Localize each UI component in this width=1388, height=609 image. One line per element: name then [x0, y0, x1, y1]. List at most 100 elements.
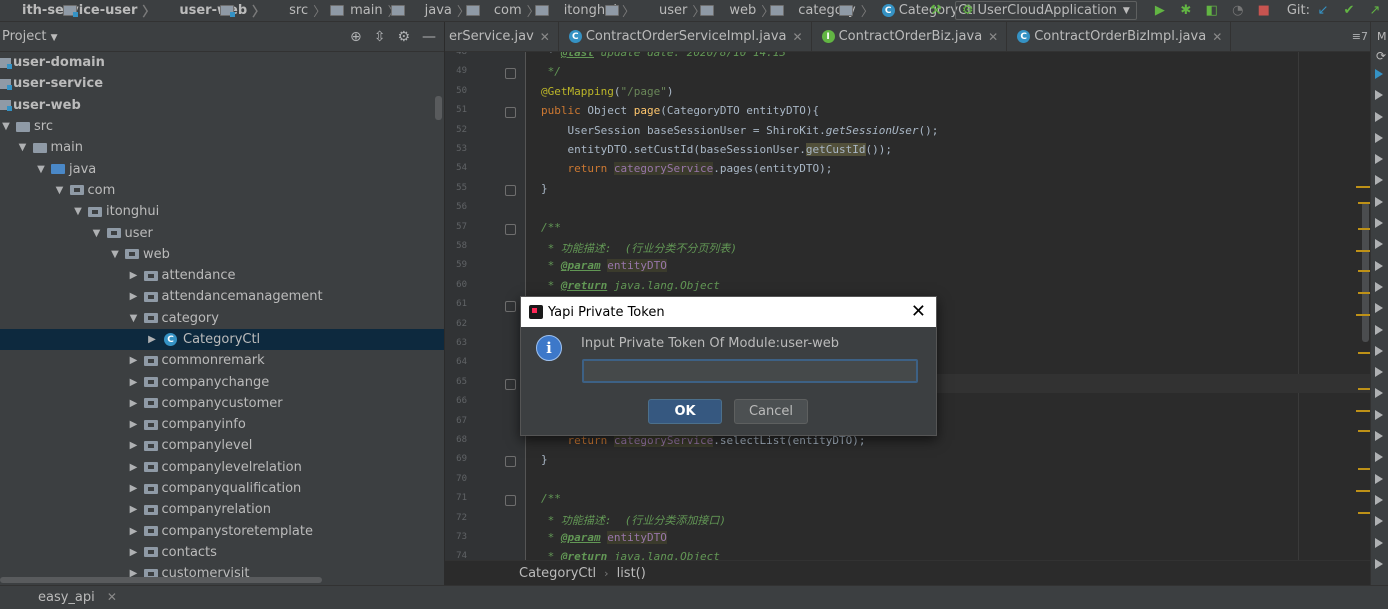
chevron-right-icon[interactable]: ▶ [128, 483, 140, 494]
tree-item[interactable]: ▶ contacts [0, 542, 444, 563]
play-marker-icon[interactable] [1375, 111, 1383, 122]
play-marker-icon[interactable] [1375, 196, 1383, 207]
editor-tab[interactable]: C ContractOrderServiceImpl.java ✕ [559, 22, 812, 51]
breadcrumb-class[interactable]: CategoryCtl [519, 566, 596, 581]
chevron-right-icon[interactable]: ▶ [128, 355, 140, 366]
play-marker-icon[interactable] [1375, 494, 1383, 505]
play-marker-icon[interactable] [1375, 132, 1383, 143]
play-marker-icon[interactable] [1375, 558, 1383, 569]
project-tree-vertical-scrollbar[interactable] [435, 96, 442, 120]
breadcrumb-item[interactable]: itonghui 〉 [542, 1, 637, 20]
breadcrumb-item[interactable]: com 〉 [472, 1, 549, 20]
refresh-icon[interactable]: ⟳ [1376, 49, 1388, 63]
hide-icon[interactable]: — [422, 29, 436, 45]
warning-stripe-mark[interactable] [1358, 352, 1370, 354]
play-marker-icon[interactable] [1375, 218, 1383, 229]
fold-marker-icon[interactable] [505, 378, 516, 390]
play-marker-icon[interactable] [1375, 516, 1383, 527]
breadcrumb-item[interactable]: category 〉 [776, 1, 875, 20]
warning-stripe-mark[interactable] [1358, 468, 1370, 470]
chevron-down-icon[interactable]: ▼ [109, 249, 121, 260]
fold-marker-icon[interactable] [505, 301, 516, 313]
warning-stripe-mark[interactable] [1358, 512, 1370, 514]
play-marker-icon[interactable] [1375, 69, 1383, 79]
project-tree-horizontal-scrollbar[interactable] [0, 577, 322, 583]
tree-item[interactable]: ▶ companylevelrelation [0, 457, 444, 478]
private-token-input[interactable] [582, 359, 918, 383]
chevron-down-icon[interactable]: ▼ [72, 206, 84, 217]
collapse-all-icon[interactable]: ⇳ [374, 29, 386, 45]
run-icon[interactable]: ▶ [1152, 3, 1168, 19]
editor-tab[interactable]: erService.jav ✕ [445, 22, 559, 51]
fold-marker-icon[interactable] [505, 184, 516, 196]
tab-list-button[interactable]: ≡ 7 [1352, 22, 1368, 51]
chevron-right-icon[interactable]: ▶ [128, 270, 140, 281]
chevron-down-icon[interactable]: ▼ [54, 185, 66, 196]
chevron-right-icon[interactable]: ▶ [128, 419, 140, 430]
play-marker-icon[interactable] [1375, 367, 1383, 378]
warning-stripe-mark[interactable] [1356, 186, 1370, 188]
git-update-icon[interactable]: ↙ [1315, 3, 1331, 19]
bottom-tab-easy-api[interactable]: easy_api ✕ [28, 590, 117, 605]
tree-item[interactable]: ▶ companyrelation [0, 499, 444, 520]
chevron-right-icon[interactable]: ▶ [128, 547, 140, 558]
editor-tab[interactable]: I ContractOrderBiz.java ✕ [812, 22, 1008, 51]
warning-stripe-mark[interactable] [1356, 314, 1370, 316]
close-icon[interactable]: ✕ [988, 30, 998, 44]
tree-item[interactable]: ▶ attendance [0, 265, 444, 286]
fold-marker-icon[interactable] [505, 223, 516, 235]
breadcrumb-method[interactable]: list() [617, 566, 646, 581]
tree-item[interactable]: user-web [0, 95, 444, 116]
git-commit-icon[interactable]: ✔ [1341, 3, 1357, 19]
play-marker-icon[interactable] [1375, 154, 1383, 165]
cancel-button[interactable]: Cancel [734, 399, 808, 424]
play-marker-icon[interactable] [1375, 239, 1383, 250]
chevron-down-icon[interactable]: ▼ [91, 228, 103, 239]
play-marker-icon[interactable] [1375, 452, 1383, 463]
locate-target-icon[interactable]: ⊕ [350, 29, 362, 45]
git-push-icon[interactable]: ↗ [1367, 3, 1383, 19]
warning-stripe-mark[interactable] [1358, 228, 1370, 230]
build-hammer-icon[interactable]: ⚒ [928, 3, 944, 19]
tree-item[interactable]: user-service [0, 73, 444, 94]
fold-marker-icon[interactable] [505, 68, 516, 80]
chevron-right-icon[interactable]: ▶ [128, 440, 140, 451]
tree-item[interactable]: ▶ companyinfo [0, 414, 444, 435]
maven-label[interactable]: M [1377, 30, 1388, 43]
tree-item[interactable]: ▶ commonremark [0, 350, 444, 371]
chevron-right-icon[interactable]: ▶ [128, 398, 140, 409]
play-marker-icon[interactable] [1375, 431, 1383, 442]
fold-marker-icon[interactable] [505, 107, 516, 119]
close-icon[interactable]: ✕ [1212, 30, 1222, 44]
chevron-right-icon[interactable]: ▶ [146, 334, 158, 345]
breadcrumb-item[interactable]: web 〉 [707, 1, 785, 20]
stop-icon[interactable]: ■ [1256, 3, 1272, 19]
tree-item[interactable]: ▶ companylevel [0, 435, 444, 456]
chevron-right-icon[interactable]: ▶ [128, 526, 140, 537]
run-configuration-select[interactable]: ⚙ UserCloudApplication ▼ [954, 1, 1137, 20]
tree-item[interactable]: ▶ companychange [0, 371, 444, 392]
play-marker-icon[interactable] [1375, 345, 1383, 356]
tree-item[interactable]: ▶ companystoretemplate [0, 521, 444, 542]
chevron-down-icon[interactable]: ▼ [35, 164, 47, 175]
tree-item[interactable]: ▼ src [0, 116, 444, 137]
tree-item[interactable]: ▶ companycustomer [0, 393, 444, 414]
tree-item[interactable]: ▼ user [0, 222, 444, 243]
play-marker-icon[interactable] [1375, 303, 1383, 314]
fold-marker-icon[interactable] [505, 495, 516, 507]
breadcrumb-item[interactable]: ith-service-user 〉 [0, 1, 157, 20]
breadcrumb-item[interactable]: user 〉 [637, 1, 714, 20]
coverage-icon[interactable]: ◧ [1204, 3, 1220, 19]
chevron-right-icon[interactable]: ▶ [128, 462, 140, 473]
play-marker-icon[interactable] [1375, 281, 1383, 292]
warning-stripe-mark[interactable] [1358, 388, 1370, 390]
editor-tab[interactable]: C ContractOrderBizImpl.java ✕ [1007, 22, 1232, 51]
warning-stripe-mark[interactable] [1358, 292, 1370, 294]
chevron-down-icon[interactable]: ▼ [128, 313, 140, 324]
play-marker-icon[interactable] [1375, 260, 1383, 271]
play-marker-icon[interactable] [1375, 473, 1383, 484]
ok-button[interactable]: OK [648, 399, 722, 424]
chevron-right-icon[interactable]: ▶ [128, 291, 140, 302]
breadcrumb-item[interactable]: java 〉 [403, 1, 480, 20]
profile-icon[interactable]: ◔ [1230, 3, 1246, 19]
